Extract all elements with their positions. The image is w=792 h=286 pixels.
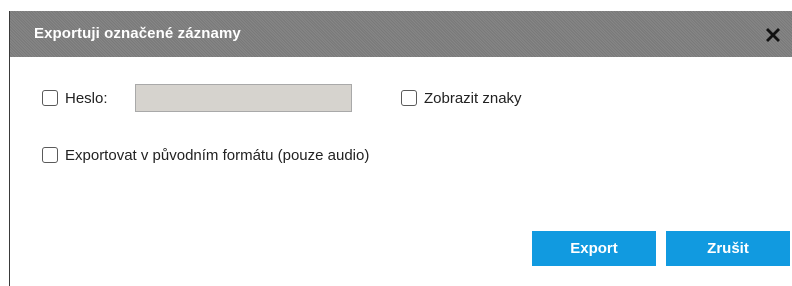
password-label: Heslo: xyxy=(65,90,108,107)
export-button[interactable]: Export xyxy=(532,231,656,266)
cancel-button[interactable]: Zrušit xyxy=(666,231,790,266)
show-chars-label: Zobrazit znaky xyxy=(424,90,522,107)
password-checkbox[interactable] xyxy=(42,90,58,106)
original-format-label: Exportovat v původním formátu (pouze aud… xyxy=(65,147,370,164)
show-chars-checkbox[interactable] xyxy=(401,90,417,106)
original-format-checkbox[interactable] xyxy=(42,147,58,163)
dialog-title: Exportuji označené záznamy xyxy=(34,25,241,42)
close-icon[interactable] xyxy=(763,25,783,45)
dialog-titlebar: Exportuji označené záznamy xyxy=(10,11,792,57)
export-dialog: Exportuji označené záznamy Heslo: Zobraz… xyxy=(9,11,792,286)
password-input[interactable] xyxy=(135,84,352,112)
